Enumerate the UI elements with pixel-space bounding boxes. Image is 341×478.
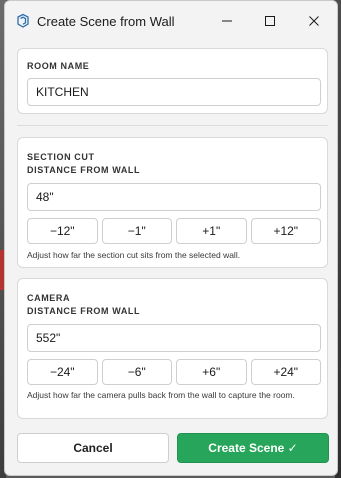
section-cut-stepper: −12" −1" +1" +12" xyxy=(27,218,321,244)
close-icon xyxy=(309,16,319,26)
cancel-button[interactable]: Cancel xyxy=(17,433,169,463)
room-name-label: ROOM NAME xyxy=(27,61,90,71)
camera-minus-24-button[interactable]: −24" xyxy=(27,359,98,385)
section-cut-minus-12-button[interactable]: −12" xyxy=(27,218,98,244)
maximize-button[interactable] xyxy=(250,7,290,35)
section-cut-help-text: Adjust how far the section cut sits from… xyxy=(27,250,241,260)
camera-label: CAMERA xyxy=(27,293,71,303)
title-bar[interactable]: Create Scene from Wall xyxy=(5,1,337,41)
section-cut-distance-input[interactable]: 48" xyxy=(27,183,321,211)
camera-distance-input[interactable]: 552" xyxy=(27,324,321,352)
close-button[interactable] xyxy=(294,7,334,35)
section-cut-plus-1-button[interactable]: +1" xyxy=(176,218,247,244)
section-cut-plus-12-button[interactable]: +12" xyxy=(250,218,321,244)
window-title: Create Scene from Wall xyxy=(37,14,175,29)
camera-plus-6-button[interactable]: +6" xyxy=(176,359,247,385)
section-cut-card: SECTION CUT DISTANCE FROM WALL 48" −12" … xyxy=(17,137,328,268)
section-cut-label: SECTION CUT xyxy=(27,152,95,162)
camera-help-text: Adjust how far the camera pulls back fro… xyxy=(27,390,295,400)
room-name-card: ROOM NAME KITCHEN xyxy=(17,48,328,114)
room-name-input[interactable]: KITCHEN xyxy=(27,78,321,106)
maximize-icon xyxy=(265,16,275,26)
minimize-button[interactable] xyxy=(207,7,247,35)
sketchup-icon xyxy=(15,13,31,29)
section-cut-distance-label: DISTANCE FROM WALL xyxy=(27,165,141,175)
create-scene-button[interactable]: Create Scene ✓ xyxy=(177,433,329,463)
camera-minus-6-button[interactable]: −6" xyxy=(101,359,172,385)
camera-stepper: −24" −6" +6" +24" xyxy=(27,359,321,385)
section-cut-minus-1-button[interactable]: −1" xyxy=(101,218,172,244)
divider xyxy=(17,125,328,126)
dialog-window: Create Scene from Wall ROOM NAME KITCHEN… xyxy=(4,0,338,476)
camera-plus-24-button[interactable]: +24" xyxy=(250,359,321,385)
minimize-icon xyxy=(222,20,232,22)
camera-distance-label: DISTANCE FROM WALL xyxy=(27,306,141,316)
camera-card: CAMERA DISTANCE FROM WALL 552" −24" −6" … xyxy=(17,278,328,419)
